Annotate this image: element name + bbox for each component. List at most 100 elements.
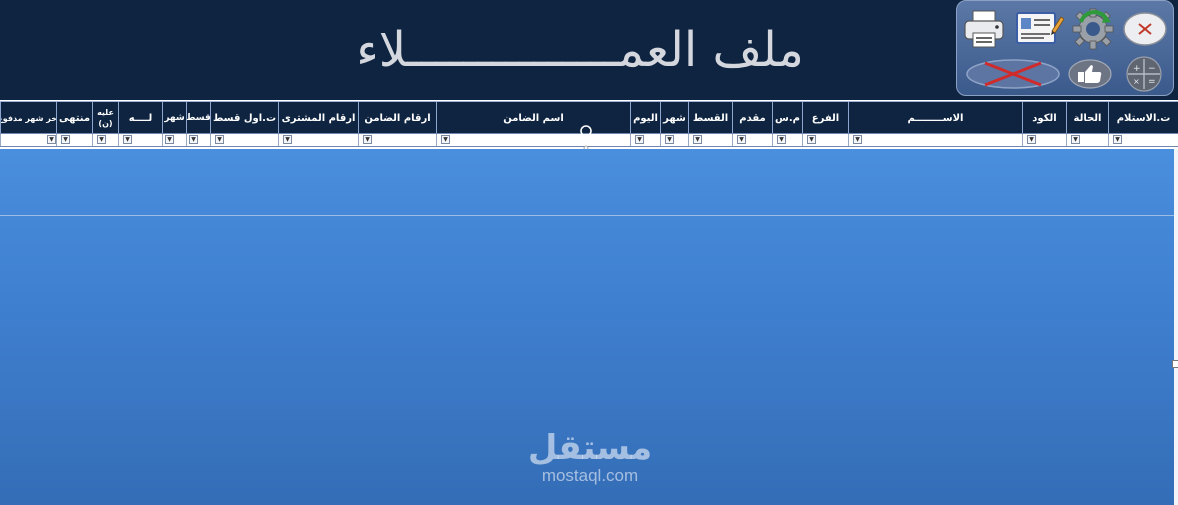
header-code: الكود bbox=[1022, 102, 1066, 134]
header-label: الفرع bbox=[811, 112, 840, 124]
filter-cell-status: ▼ bbox=[1066, 134, 1108, 146]
header-credit: لــــه bbox=[118, 102, 162, 134]
refresh-gear-icon bbox=[1072, 8, 1114, 50]
header-day: اليوم bbox=[630, 102, 660, 134]
header-last-paid-month: اخر شهر مدفوع bbox=[0, 102, 56, 134]
close-button[interactable] bbox=[1121, 9, 1169, 49]
filter-cell-receipt-date: ▼ bbox=[1108, 134, 1178, 146]
header-label: الحالة bbox=[1073, 112, 1102, 124]
header-receipt-date: ت.الاستلام bbox=[1108, 102, 1178, 134]
header-name: الاســــــــم bbox=[848, 102, 1022, 134]
header-label: اخر شهر مدفوع bbox=[1, 113, 56, 123]
filter-dropdown-button[interactable]: ▼ bbox=[363, 135, 372, 144]
header-label: شهر bbox=[164, 113, 185, 123]
print-icon bbox=[964, 10, 1004, 48]
watermark: مستقل mostaql.com bbox=[500, 430, 680, 500]
header-branch: الفرع bbox=[802, 102, 848, 134]
header-label: الاســــــــم bbox=[907, 112, 964, 124]
header-label: ت.اول قسط bbox=[212, 112, 277, 124]
filter-cell-month: ▼ bbox=[660, 134, 688, 146]
filter-cell-installment-2: ▼ bbox=[186, 134, 210, 146]
svg-text:×: × bbox=[1133, 77, 1140, 86]
edit-card-icon bbox=[1016, 12, 1064, 44]
header-label: عليه (ن) bbox=[97, 108, 114, 128]
header-installment-2: قسط bbox=[186, 102, 210, 134]
filter-cell-first-installment-date: ▼ bbox=[210, 134, 278, 146]
filter-cell-debit: ▼ bbox=[92, 134, 118, 146]
calculator-icon: + − × = bbox=[1126, 56, 1162, 92]
filter-cell-name: ▼ bbox=[848, 134, 1022, 146]
sheet-edge bbox=[1174, 149, 1178, 505]
header-price: م.س bbox=[772, 102, 802, 134]
svg-text:−: − bbox=[1148, 64, 1156, 74]
header-ended: منتهى bbox=[56, 102, 92, 134]
header-label: لــــه bbox=[128, 112, 153, 124]
filter-cell-month-2: ▼ bbox=[162, 134, 186, 146]
header-label: قسط bbox=[186, 113, 210, 123]
calculator-button[interactable]: + − × = bbox=[1119, 55, 1169, 93]
watermark-latin: mostaql.com bbox=[541, 466, 639, 485]
filter-cell-day: ▼ bbox=[630, 134, 660, 146]
close-icon bbox=[1123, 12, 1167, 46]
header-guarantor-phones: ارقام الضامن bbox=[358, 102, 436, 134]
header-debit: عليه (ن) bbox=[92, 102, 118, 134]
panel-divider bbox=[0, 215, 1174, 216]
watermark-arabic: مستقل bbox=[527, 428, 653, 468]
filter-dropdown-button[interactable]: ▼ bbox=[1027, 135, 1036, 144]
filter-dropdown-button[interactable]: ▼ bbox=[635, 135, 644, 144]
filter-dropdown-button[interactable]: ▼ bbox=[693, 135, 702, 144]
header-label: مقدم bbox=[739, 112, 766, 124]
header-label: القسط bbox=[692, 112, 729, 124]
header-label: الكود bbox=[1032, 112, 1057, 124]
filter-dropdown-button[interactable]: ▼ bbox=[1071, 135, 1080, 144]
filter-dropdown-button[interactable]: ▼ bbox=[1113, 135, 1122, 144]
header-label: اليوم bbox=[633, 112, 658, 124]
filter-dropdown-button[interactable]: ▼ bbox=[807, 135, 816, 144]
header-label: شهر bbox=[663, 112, 686, 124]
filter-cell-ended: ▼ bbox=[56, 134, 92, 146]
header-label: ت.الاستلام bbox=[1116, 112, 1171, 124]
header-label: ارقام المشترى bbox=[281, 112, 356, 124]
filter-cell-code: ▼ bbox=[1022, 134, 1066, 146]
delete-button[interactable] bbox=[965, 57, 1061, 91]
filter-cell-guarantor-name: ▼ bbox=[436, 134, 630, 146]
header-label: اسم الضامن bbox=[503, 112, 564, 124]
filter-cell-branch: ▼ bbox=[802, 134, 848, 146]
filter-cell-advance: ▼ bbox=[732, 134, 772, 146]
print-button[interactable] bbox=[961, 7, 1007, 51]
filter-dropdown-button[interactable]: ▼ bbox=[737, 135, 746, 144]
filter-cell-guarantor-phones: ▼ bbox=[358, 134, 436, 146]
approve-button[interactable] bbox=[1067, 57, 1113, 91]
svg-text:+: + bbox=[1133, 64, 1141, 74]
header-month-2: شهر bbox=[162, 102, 186, 134]
header-month: شهر bbox=[660, 102, 688, 134]
filter-dropdown-button[interactable]: ▼ bbox=[189, 135, 198, 144]
filter-cell-price: ▼ bbox=[772, 134, 802, 146]
filter-cell-last-paid-month: ▼ bbox=[0, 134, 56, 146]
header-advance: مقدم bbox=[732, 102, 772, 134]
resize-handle[interactable] bbox=[1172, 360, 1178, 368]
filter-dropdown-button[interactable]: ▼ bbox=[165, 135, 174, 144]
filter-dropdown-button[interactable]: ▼ bbox=[665, 135, 674, 144]
filter-dropdown-button[interactable]: ▼ bbox=[47, 135, 56, 144]
header-buyer-phones: ارقام المشترى bbox=[278, 102, 358, 134]
filter-dropdown-button[interactable]: ▼ bbox=[853, 135, 862, 144]
filter-dropdown-button[interactable]: ▼ bbox=[777, 135, 786, 144]
filter-dropdown-button[interactable]: ▼ bbox=[123, 135, 132, 144]
filter-dropdown-button[interactable]: ▼ bbox=[61, 135, 70, 144]
header-guarantor-name: اسم الضامن bbox=[436, 102, 630, 134]
delete-x-icon bbox=[966, 59, 1060, 89]
filter-dropdown-button[interactable]: ▼ bbox=[215, 135, 224, 144]
refresh-button[interactable] bbox=[1069, 7, 1117, 51]
header-status: الحالة bbox=[1066, 102, 1108, 134]
header-label: منتهى bbox=[58, 112, 91, 124]
edit-button[interactable] bbox=[1013, 7, 1065, 51]
header-first-installment-date: ت.اول قسط bbox=[210, 102, 278, 134]
filter-dropdown-button[interactable]: ▼ bbox=[283, 135, 292, 144]
header-label: م.س bbox=[775, 112, 800, 124]
rotate-handle-icon[interactable] bbox=[578, 124, 594, 150]
filter-cell-installment: ▼ bbox=[688, 134, 732, 146]
filter-dropdown-button[interactable]: ▼ bbox=[97, 135, 106, 144]
filter-dropdown-button[interactable]: ▼ bbox=[441, 135, 450, 144]
filter-cell-buyer-phones: ▼ bbox=[278, 134, 358, 146]
